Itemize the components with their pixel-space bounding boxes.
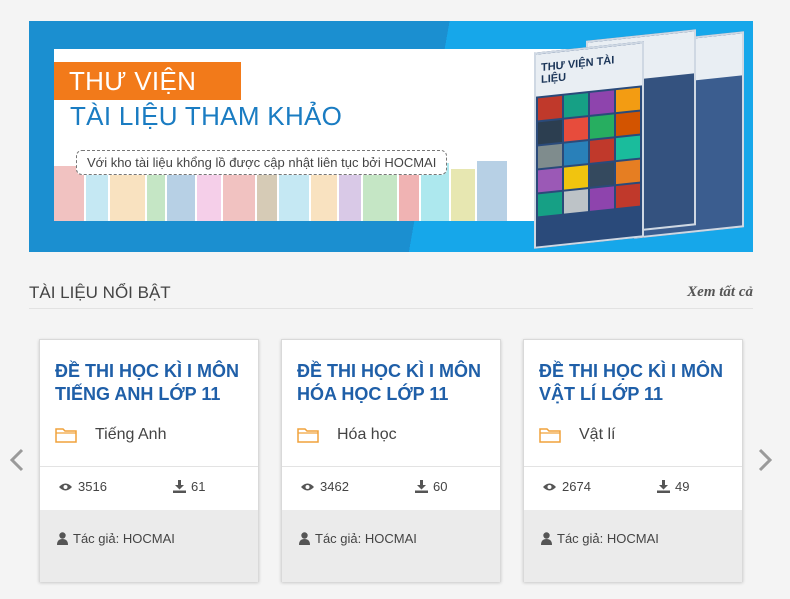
- views-stat: 3462: [300, 479, 349, 494]
- downloads-stat: 49: [657, 479, 689, 494]
- card-author: Tác giả: HOCMAI: [524, 510, 742, 582]
- subject-label: Tiếng Anh: [95, 426, 167, 443]
- card-stats: 3462 60: [282, 466, 500, 511]
- user-icon: [541, 532, 552, 545]
- card-subject: Tiếng Anh: [55, 426, 166, 444]
- card-subject: Hóa học: [297, 426, 397, 444]
- downloads-stat: 61: [173, 479, 205, 494]
- folder-icon: [55, 428, 77, 443]
- download-icon: [415, 480, 428, 493]
- author-label: Tác giả: HOCMAI: [315, 531, 417, 546]
- eye-icon: [59, 483, 72, 490]
- book-cover-art: [536, 85, 642, 218]
- banner-tagline: Với kho tài liệu khổng lồ được cập nhật …: [76, 150, 448, 175]
- downloads-count: 49: [675, 479, 690, 494]
- card-author: Tác giả: HOCMAI: [282, 510, 500, 582]
- user-icon: [299, 532, 310, 545]
- book-stack-illustration: THƯ VIỆN TÀI LIỆU: [516, 29, 753, 252]
- chevron-right-icon[interactable]: [756, 447, 774, 479]
- subject-label: Vật lí: [579, 426, 616, 443]
- eye-icon: [301, 483, 314, 490]
- download-icon: [173, 480, 186, 493]
- subject-label: Hóa học: [337, 426, 397, 443]
- eye-icon: [543, 483, 556, 490]
- views-count: 3516: [78, 479, 107, 494]
- downloads-count: 61: [191, 479, 206, 494]
- document-card[interactable]: ĐỀ THI HỌC KÌ I MÔN VẬT LÍ LỚP 11 Vật lí…: [523, 339, 743, 582]
- downloads-stat: 60: [415, 479, 447, 494]
- card-subject: Vật lí: [539, 426, 615, 444]
- downloads-count: 60: [433, 479, 448, 494]
- views-count: 3462: [320, 479, 349, 494]
- book-front: THƯ VIỆN TÀI LIỆU: [534, 41, 644, 249]
- document-card[interactable]: ĐỀ THI HỌC KÌ I MÔN HÓA HỌC LỚP 11 Hóa h…: [281, 339, 501, 582]
- views-stat: 2674: [542, 479, 591, 494]
- library-banner[interactable]: THƯ VIỆN TÀI LIỆU THAM KHẢO Với kho tài …: [29, 21, 753, 252]
- card-title[interactable]: ĐỀ THI HỌC KÌ I MÔN HÓA HỌC LỚP 11: [297, 360, 492, 406]
- author-label: Tác giả: HOCMAI: [557, 531, 659, 546]
- featured-section-header: TÀI LIỆU NỔI BẬT Xem tất cả: [29, 280, 753, 309]
- card-stats: 2674 49: [524, 466, 742, 511]
- card-stats: 3516 61: [40, 466, 258, 511]
- banner-badge: THƯ VIỆN: [54, 62, 241, 100]
- card-author: Tác giả: HOCMAI: [40, 510, 258, 582]
- section-title: TÀI LIỆU NỔI BẬT: [29, 283, 171, 302]
- author-label: Tác giả: HOCMAI: [73, 531, 175, 546]
- chevron-left-icon[interactable]: [8, 447, 26, 479]
- folder-icon: [539, 428, 561, 443]
- see-all-link[interactable]: Xem tất cả: [687, 284, 753, 301]
- document-card[interactable]: ĐỀ THI HỌC KÌ I MÔN TIẾNG ANH LỚP 11 Tiế…: [39, 339, 259, 582]
- banner-title: TÀI LIỆU THAM KHẢO: [70, 101, 343, 131]
- folder-icon: [297, 428, 319, 443]
- views-stat: 3516: [58, 479, 107, 494]
- views-count: 2674: [562, 479, 591, 494]
- download-icon: [657, 480, 670, 493]
- card-title[interactable]: ĐỀ THI HỌC KÌ I MÔN VẬT LÍ LỚP 11: [539, 360, 734, 406]
- user-icon: [57, 532, 68, 545]
- card-title[interactable]: ĐỀ THI HỌC KÌ I MÔN TIẾNG ANH LỚP 11: [55, 360, 250, 406]
